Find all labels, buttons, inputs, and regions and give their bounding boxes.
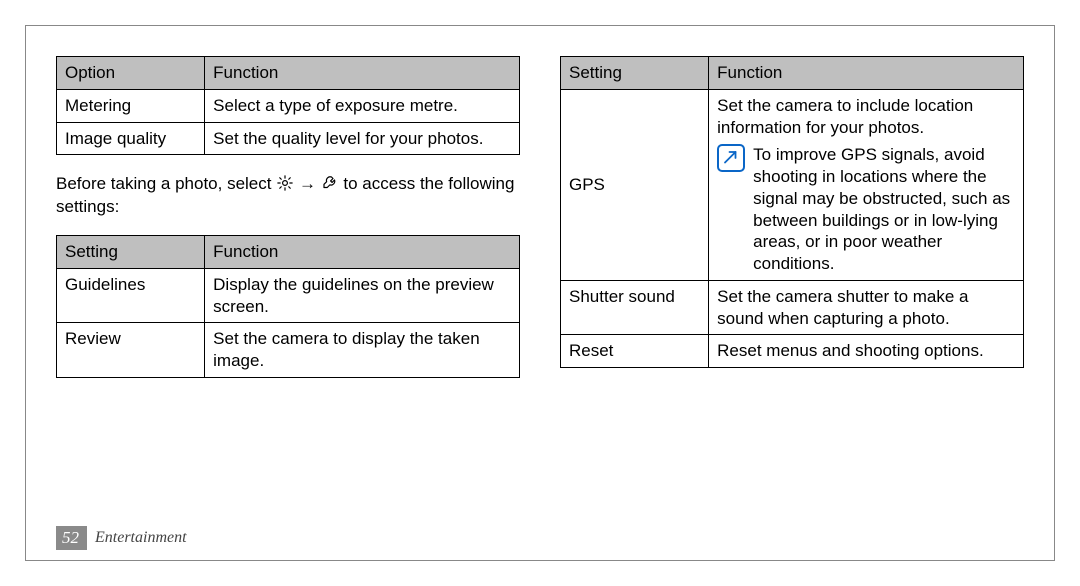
setting-name: Guidelines (57, 268, 205, 323)
setting-desc-gps: Set the camera to include location infor… (709, 89, 1024, 280)
left-column: Option Function Metering Select a type o… (56, 56, 520, 396)
setting-name: Review (57, 323, 205, 378)
setting-desc: Set the camera shutter to make a sound w… (709, 280, 1024, 335)
table-row: Image quality Set the quality level for … (57, 122, 520, 155)
setting-desc: Display the guidelines on the preview sc… (205, 268, 520, 323)
gps-lead-text: Set the camera to include location infor… (717, 95, 1015, 139)
setting-desc: Set the camera to display the taken imag… (205, 323, 520, 378)
settings-intro: Before taking a photo, select → to acces… (56, 173, 520, 219)
option-name: Metering (57, 89, 205, 122)
table-row: Guidelines Display the guidelines on the… (57, 268, 520, 323)
manual-page: Option Function Metering Select a type o… (25, 25, 1055, 561)
table-row: Review Set the camera to display the tak… (57, 323, 520, 378)
setting-name: Shutter sound (561, 280, 709, 335)
setting-desc: Reset menus and shooting options. (709, 335, 1024, 368)
table-header-function: Function (709, 57, 1024, 90)
table-row: Metering Select a type of exposure metre… (57, 89, 520, 122)
table-header-function: Function (205, 57, 520, 90)
intro-arrow: → (299, 174, 321, 193)
table-header-function: Function (205, 236, 520, 269)
note-text: To improve GPS signals, avoid shooting i… (753, 144, 1015, 275)
option-name: Image quality (57, 122, 205, 155)
page-number: 52 (56, 526, 87, 550)
setting-name: Reset (561, 335, 709, 368)
note-icon (717, 144, 745, 172)
section-title: Entertainment (95, 529, 187, 547)
table-header-setting: Setting (57, 236, 205, 269)
table-row: Reset Reset menus and shooting options. (561, 335, 1024, 368)
setting-name: GPS (561, 89, 709, 280)
gear-icon (276, 174, 294, 192)
table-row: Shutter sound Set the camera shutter to … (561, 280, 1024, 335)
page-footer: 52 Entertainment (56, 526, 187, 550)
table-header-row: Setting Function (561, 57, 1024, 90)
options-table: Option Function Metering Select a type o… (56, 56, 520, 155)
table-header-option: Option (57, 57, 205, 90)
settings-table-right: Setting Function GPS Set the camera to i… (560, 56, 1024, 368)
intro-text: Before taking a photo, select (56, 174, 276, 193)
table-header-setting: Setting (561, 57, 709, 90)
wrench-icon (321, 174, 339, 192)
note-block: To improve GPS signals, avoid shooting i… (717, 144, 1015, 275)
right-column: Setting Function GPS Set the camera to i… (560, 56, 1024, 396)
table-header-row: Setting Function (57, 236, 520, 269)
option-desc: Set the quality level for your photos. (205, 122, 520, 155)
settings-table-left: Setting Function Guidelines Display the … (56, 235, 520, 378)
table-row: GPS Set the camera to include location i… (561, 89, 1024, 280)
two-column-layout: Option Function Metering Select a type o… (56, 56, 1024, 396)
option-desc: Select a type of exposure metre. (205, 89, 520, 122)
table-header-row: Option Function (57, 57, 520, 90)
